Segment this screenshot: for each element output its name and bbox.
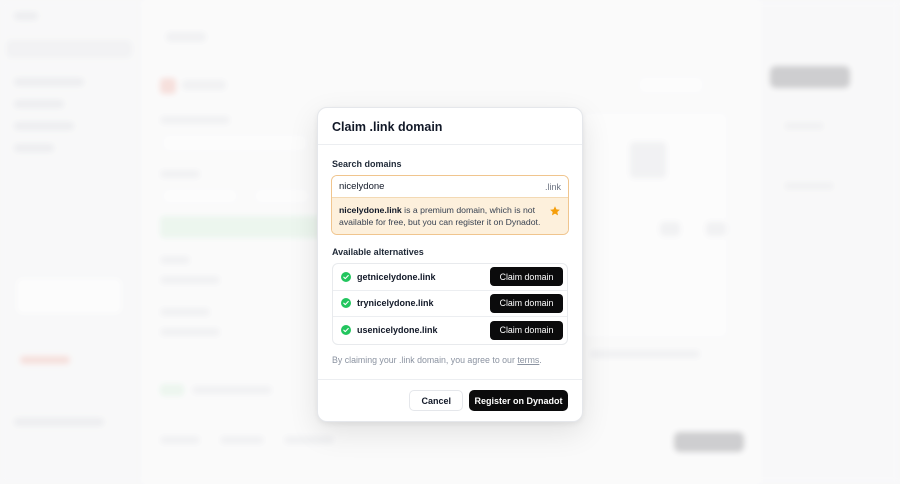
terms-link[interactable]: terms [517, 355, 539, 365]
alternative-domain-name: trynicelydone.link [357, 298, 434, 309]
list-item: trynicelydone.link Claim domain [333, 291, 567, 318]
dialog-body: Search domains .link nicelydone.link is … [318, 145, 582, 377]
list-item: getnicelydone.link Claim domain [333, 264, 567, 291]
claim-domain-dialog: Claim .link domain Search domains .link … [317, 107, 583, 422]
terms-prefix: By claiming your .link domain, you agree… [332, 354, 518, 365]
alternatives-label: Available alternatives [332, 247, 424, 257]
check-circle-icon [341, 271, 351, 282]
dialog-footer: Cancel Register on Dynadot [318, 379, 582, 421]
search-domain-group: .link nicelydone.link is a premium domai… [331, 175, 569, 235]
claim-domain-button[interactable]: Claim domain [490, 267, 563, 287]
alternatives-list: getnicelydone.link Claim domain trynicel… [332, 263, 568, 345]
terms-suffix: . [539, 354, 542, 365]
domain-suffix: .link [544, 181, 561, 192]
star-icon [550, 206, 560, 216]
alternative-domain-name: usenicelydone.link [357, 325, 438, 336]
dialog-title: Claim .link domain [332, 120, 443, 134]
search-row: .link [332, 176, 568, 198]
claim-domain-button[interactable]: Claim domain [490, 293, 563, 313]
premium-domain-name: nicelydone.link [339, 205, 402, 215]
check-circle-icon [341, 298, 351, 309]
dialog-header: Claim .link domain [318, 108, 582, 145]
register-on-dynadot-button[interactable]: Register on Dynadot [469, 390, 568, 411]
claim-domain-button[interactable]: Claim domain [490, 320, 563, 340]
premium-notice-text: nicelydone.link is a premium domain, whi… [339, 204, 549, 228]
list-item: usenicelydone.link Claim domain [333, 317, 567, 344]
terms-notice: By claiming your .link domain, you agree… [332, 355, 568, 377]
search-domains-label: Search domains [332, 159, 402, 169]
alternative-domain-name: getnicelydone.link [357, 271, 436, 282]
domain-search-input[interactable] [339, 181, 545, 192]
premium-notice: nicelydone.link is a premium domain, whi… [332, 198, 568, 234]
check-circle-icon [341, 325, 351, 336]
cancel-button[interactable]: Cancel [409, 390, 463, 411]
